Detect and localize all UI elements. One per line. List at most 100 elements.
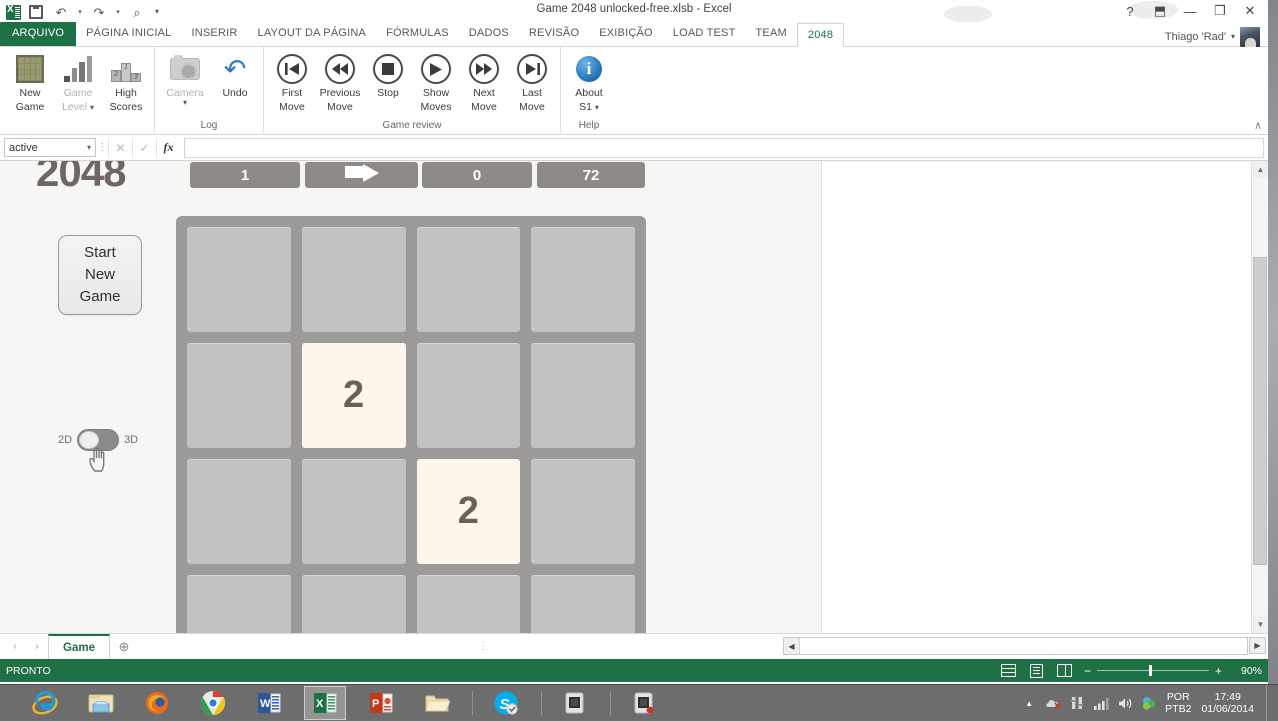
taskbar-app-dark-2[interactable] [623, 686, 665, 720]
zoom-slider[interactable]: − + [1084, 666, 1222, 676]
next-move-button[interactable]: Next Move [460, 50, 508, 114]
close-button[interactable]: ✕ [1236, 1, 1264, 21]
board-tile[interactable] [302, 575, 406, 633]
game-level-chevron-down-icon[interactable]: ▾ [90, 103, 94, 112]
minimize-button[interactable]: — [1176, 1, 1204, 21]
next-sheet-icon[interactable]: › [26, 641, 48, 652]
last-move-button[interactable]: Last Move [508, 50, 556, 114]
ribbon-tab-exibicao[interactable]: EXIBIÇÃO [589, 22, 663, 46]
horizontal-scrollbar[interactable]: ◀ [783, 637, 1248, 655]
taskbar-excel[interactable]: X [304, 686, 346, 720]
ribbon-tab-load-test[interactable]: LOAD TEST [663, 22, 746, 46]
normal-view-button[interactable] [1000, 663, 1018, 679]
game-level-button[interactable]: Game Level ▾ [54, 50, 102, 114]
show-moves-button[interactable]: Show Moves [412, 50, 460, 114]
board-tile[interactable] [187, 459, 291, 564]
confirm-entry-icon[interactable]: ✓ [132, 138, 156, 158]
help-button[interactable]: ? [1116, 1, 1144, 21]
taskbar-chrome[interactable] [192, 686, 234, 720]
board-tile[interactable] [531, 459, 635, 564]
ribbon-tab-team[interactable]: TEAM [746, 22, 797, 46]
ribbon-tab-formulas[interactable]: FÓRMULAS [376, 22, 459, 46]
worksheet-blank-region[interactable] [823, 161, 1250, 633]
taskbar-firefox[interactable] [136, 686, 178, 720]
scroll-left-icon[interactable]: ◀ [784, 638, 800, 654]
board-tile[interactable] [531, 343, 635, 448]
onedrive-sync-icon[interactable] [1045, 695, 1061, 711]
zoom-level-label[interactable]: 90% [1232, 665, 1262, 677]
taskbar-powerpoint[interactable]: P [360, 686, 402, 720]
add-sheet-button[interactable]: ⊕ [110, 639, 138, 655]
network-signal-icon[interactable] [1093, 695, 1109, 711]
taskbar-app-dark-1[interactable] [554, 686, 596, 720]
language-indicator[interactable]: POR PTB2 [1165, 691, 1191, 715]
camera-button[interactable]: Camera ▾ [159, 50, 211, 106]
show-hidden-icons-button[interactable]: ▲ [1021, 695, 1037, 711]
ribbon-tab-arquivo[interactable]: ARQUIVO [0, 22, 76, 46]
vertical-scrollbar-thumb[interactable] [1253, 257, 1267, 565]
board-tile[interactable] [417, 575, 521, 633]
previous-move-button[interactable]: Previous Move [316, 50, 364, 114]
sheet-tab-game[interactable]: Game [48, 634, 110, 659]
board-tile[interactable] [417, 343, 521, 448]
scroll-right-icon[interactable]: ▶ [1249, 637, 1266, 654]
zoom-slider-thumb[interactable] [1149, 665, 1152, 676]
ribbon-tab-dados[interactable]: DADOS [459, 22, 519, 46]
ribbon-tab-inserir[interactable]: INSERIR [181, 22, 247, 46]
ribbon-tab-revisao[interactable]: REVISÃO [519, 22, 589, 46]
board-tile[interactable]: 2 [302, 343, 406, 448]
zoom-in-button[interactable]: + [1215, 666, 1222, 676]
board-tile[interactable] [531, 575, 635, 633]
formula-bar-grip[interactable]: ⋮ [96, 142, 108, 153]
board-tile[interactable] [302, 459, 406, 564]
formula-input[interactable] [184, 138, 1264, 158]
taskbar-word[interactable]: W [248, 686, 290, 720]
vertical-scrollbar[interactable]: ▲ ▼ [1251, 161, 1268, 633]
board-tile[interactable] [187, 575, 291, 633]
page-break-view-button[interactable] [1056, 663, 1074, 679]
user-menu-chevron-down-icon[interactable]: ▾ [1231, 34, 1235, 40]
clock[interactable]: 17:49 01/06/2014 [1201, 691, 1254, 715]
ribbon-tab-2048[interactable]: 2048 [797, 23, 844, 47]
collapse-ribbon-button[interactable]: ∧ [1254, 119, 1262, 132]
name-box[interactable]: active ▾ [4, 138, 96, 157]
board-tile[interactable] [302, 227, 406, 332]
taskbar-internet-explorer[interactable] [24, 686, 66, 720]
user-account-zone[interactable]: Thiago 'Rad' ▾ [1165, 27, 1260, 47]
zoom-out-button[interactable]: − [1084, 666, 1091, 676]
board-tile[interactable]: 2 [417, 459, 521, 564]
sheet-tab-splitter[interactable]: ⋮ [478, 641, 488, 652]
stop-button[interactable]: Stop [364, 50, 412, 100]
insert-function-icon[interactable]: fx [156, 138, 180, 158]
name-box-chevron-down-icon[interactable]: ▾ [87, 143, 91, 152]
board-tile[interactable] [417, 227, 521, 332]
scroll-down-icon[interactable]: ▼ [1252, 616, 1268, 633]
ribbon-display-options-button[interactable]: ⬒ [1146, 1, 1174, 21]
first-move-button[interactable]: First Move [268, 50, 316, 114]
undo-button[interactable]: ↶ Undo [211, 50, 259, 100]
new-game-button[interactable]: New Game [6, 50, 54, 114]
speaker-icon[interactable] [1117, 695, 1133, 711]
game-board[interactable]: 2 2 [176, 216, 646, 633]
about-button[interactable]: i About S1 ▾ [565, 50, 613, 114]
cancel-entry-icon[interactable]: ✕ [108, 138, 132, 158]
about-chevron-down-icon[interactable]: ▾ [595, 103, 599, 112]
high-scores-button[interactable]: 213 High Scores [102, 50, 150, 114]
taskbar-file-explorer[interactable] [80, 686, 122, 720]
ribbon-tab-pagina-inicial[interactable]: PÁGINA INICIAL [76, 22, 181, 46]
camera-chevron-down-icon[interactable]: ▾ [183, 100, 187, 106]
page-layout-view-button[interactable] [1028, 663, 1046, 679]
start-new-game-button[interactable]: Start New Game [58, 235, 142, 315]
taskbar-folder[interactable] [416, 686, 458, 720]
volume-mixer-icon[interactable] [1069, 695, 1085, 711]
show-desktop-button[interactable] [1266, 685, 1274, 721]
scroll-up-icon[interactable]: ▲ [1252, 161, 1268, 178]
restore-button[interactable]: ❐ [1206, 1, 1234, 21]
previous-sheet-icon[interactable]: ‹ [4, 641, 26, 652]
taskbar-skype[interactable]: S [485, 686, 527, 720]
board-tile[interactable] [187, 343, 291, 448]
board-tile[interactable] [187, 227, 291, 332]
ribbon-tab-layout-da-pagina[interactable]: LAYOUT DA PÁGINA [248, 22, 377, 46]
zoom-slider-track[interactable] [1097, 670, 1209, 671]
antivirus-icon[interactable] [1141, 695, 1157, 711]
